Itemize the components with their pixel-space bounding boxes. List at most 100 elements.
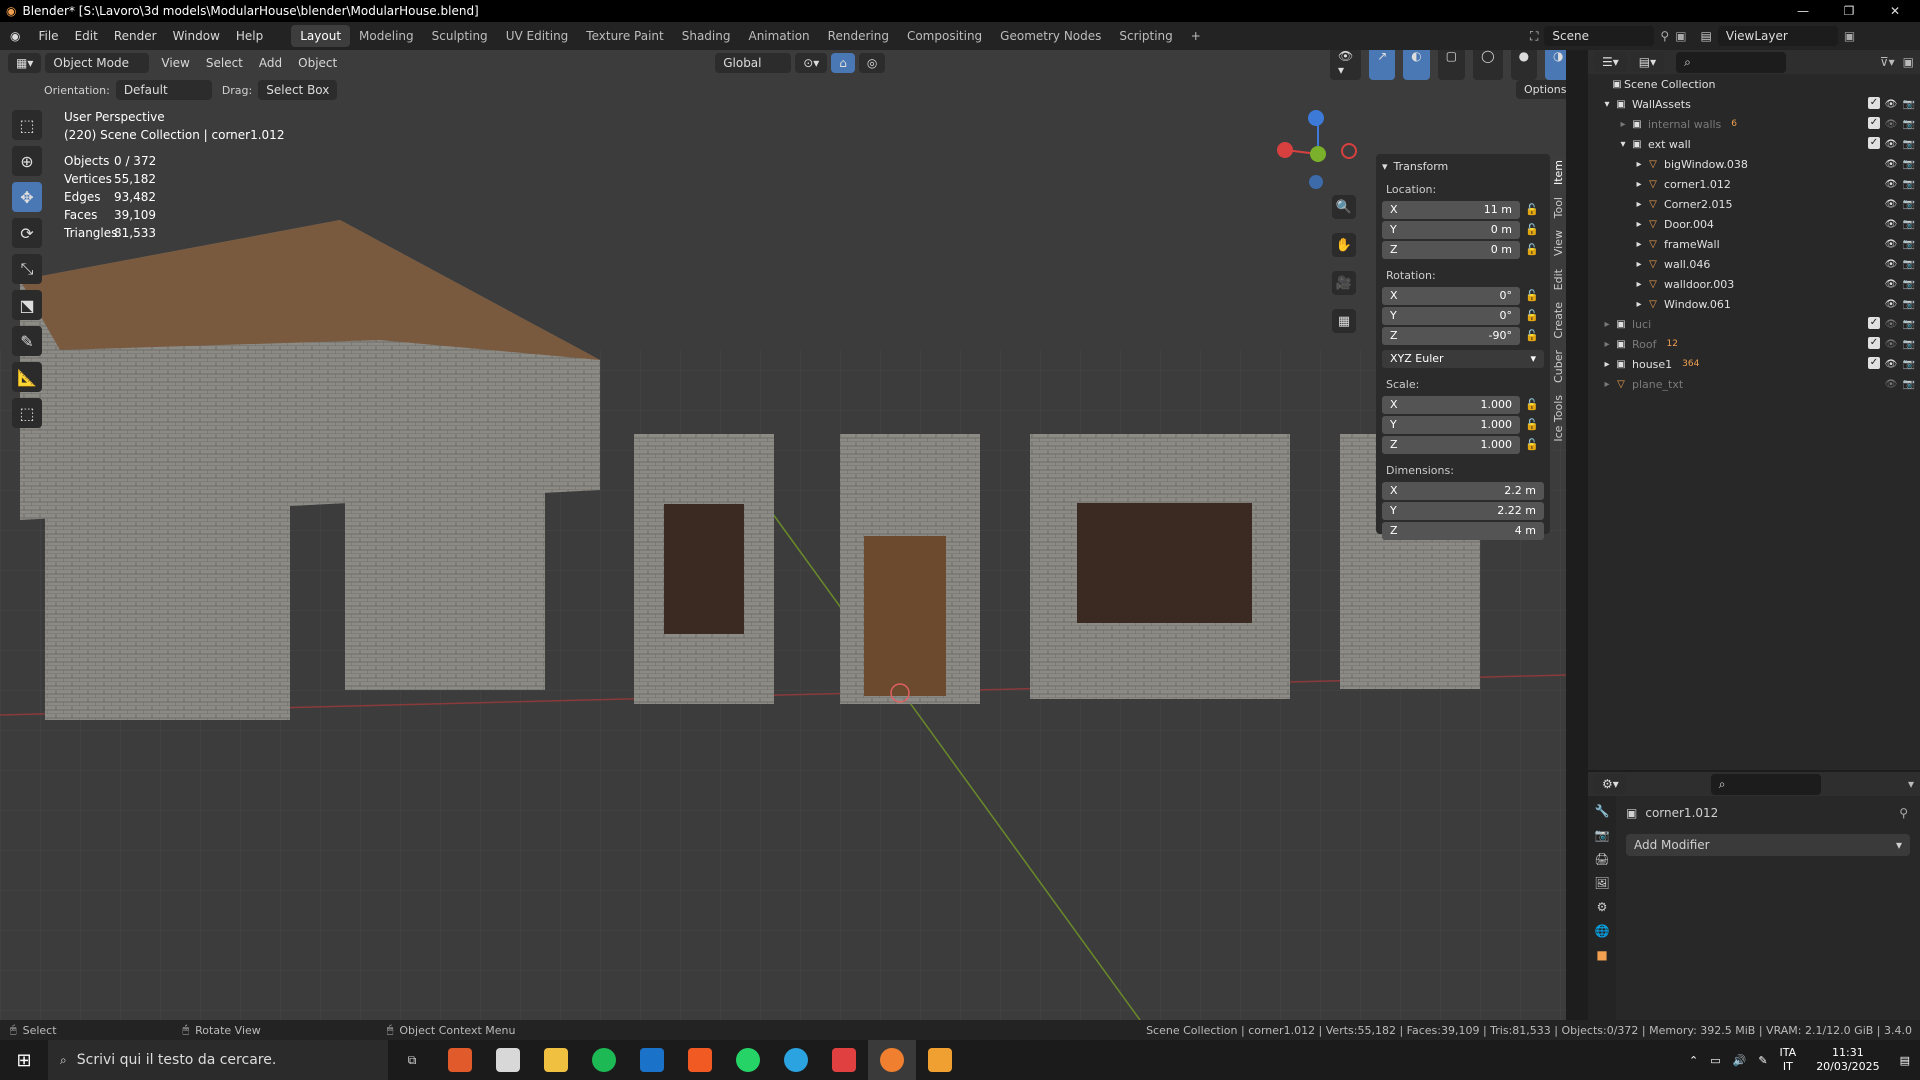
object-tab-icon[interactable]: ■	[1596, 948, 1607, 962]
telegram-icon[interactable]	[772, 1040, 820, 1080]
pen-icon[interactable]: ✎	[1758, 1054, 1767, 1067]
location-x-field[interactable]: X 11 m	[1382, 200, 1520, 219]
outliner-row[interactable]: ▸ ▣ house1 364 ✓ 👁 📷	[1588, 354, 1920, 374]
scene-selector[interactable]: Scene	[1544, 26, 1655, 46]
view-layer-selector[interactable]: ViewLayer	[1717, 26, 1838, 46]
render-camera-icon[interactable]: 📷	[1902, 137, 1916, 151]
mode-selector[interactable]: Object Mode	[45, 53, 150, 73]
rotation-z-field[interactable]: Z -90°	[1382, 326, 1520, 345]
scene-collection-row[interactable]: ▣ Scene Collection	[1588, 74, 1920, 94]
visibility-eye-icon[interactable]: 👁	[1884, 97, 1898, 111]
expand-open-icon[interactable]: ▾	[1600, 97, 1614, 111]
render-camera-icon[interactable]: 📷	[1902, 197, 1916, 211]
tool-tab-icon[interactable]: 🔧	[1595, 804, 1610, 818]
menu-render[interactable]: Render	[106, 29, 165, 43]
notifications-icon[interactable]: ▤	[1900, 1054, 1910, 1067]
material-shading-button[interactable]: ◑	[1545, 50, 1566, 80]
expand-closed-icon[interactable]: ▸	[1632, 217, 1646, 231]
visibility-eye-icon[interactable]: 👁	[1884, 177, 1898, 191]
render-camera-icon[interactable]: 📷	[1902, 97, 1916, 111]
pin-icon[interactable]: ⚲	[1660, 29, 1669, 43]
brave-icon[interactable]	[676, 1040, 724, 1080]
whatsapp-icon[interactable]	[724, 1040, 772, 1080]
new-scene-icon[interactable]: ▣	[1675, 29, 1686, 43]
expand-closed-icon[interactable]: ▸	[1632, 257, 1646, 271]
properties-search-field[interactable]: ⌕	[1710, 773, 1821, 795]
outliner-row[interactable]: ▸ ▽ wall.046 👁 📷	[1588, 254, 1920, 274]
visibility-eye-icon[interactable]: 👁	[1884, 117, 1898, 131]
file-explorer-icon[interactable]	[532, 1040, 580, 1080]
render-camera-icon[interactable]: 📷	[1902, 377, 1916, 391]
viewport-menu-object[interactable]: Object	[290, 56, 345, 70]
tab-cuber[interactable]: Cuber	[1552, 344, 1565, 389]
output-tab-icon[interactable]: 🖨	[1594, 852, 1609, 866]
outliner-row[interactable]: ▸ ▣ internal walls 6 ✓ 👁 📷	[1588, 114, 1920, 134]
zoom-icon[interactable]: 🔍	[1332, 195, 1356, 219]
scale-tool[interactable]: ⤡	[12, 254, 42, 284]
tab-ice-tools[interactable]: Ice Tools	[1552, 389, 1565, 448]
clock[interactable]: 11:31 20/03/2025	[1816, 1046, 1879, 1074]
orientation-selector[interactable]: Default	[115, 80, 212, 100]
collapse-icon[interactable]: ▾	[1382, 160, 1388, 173]
world-tab-icon[interactable]: 🌐	[1595, 924, 1610, 938]
dimension-x-field[interactable]: X 2.2 m	[1382, 481, 1544, 500]
new-view-layer-icon[interactable]: ▣	[1844, 29, 1855, 43]
workspace-tab-modeling[interactable]: Modeling	[350, 25, 423, 47]
visibility-eye-icon[interactable]: 👁	[1884, 157, 1898, 171]
expand-closed-icon[interactable]: ▸	[1600, 357, 1614, 371]
visibility-eye-icon[interactable]: 👁	[1884, 217, 1898, 231]
exclude-checkbox[interactable]: ✓	[1868, 317, 1880, 329]
taskbar-search[interactable]: ⌕ Scrivi qui il testo da cercare.	[48, 1040, 388, 1080]
render-camera-icon[interactable]: 📷	[1902, 217, 1916, 231]
visibility-eye-icon[interactable]: 👁	[1884, 357, 1898, 371]
viewport-menu-view[interactable]: View	[153, 56, 197, 70]
outliner-row[interactable]: ▸ ▽ Corner2.015 👁 📷	[1588, 194, 1920, 214]
render-camera-icon[interactable]: 📷	[1902, 297, 1916, 311]
3d-viewport[interactable]: ▦▾ Object Mode View Select Add Object Gl…	[0, 50, 1566, 1020]
expand-closed-icon[interactable]: ▸	[1632, 157, 1646, 171]
lock-icon[interactable]: 🔓	[1520, 289, 1544, 302]
render-camera-icon[interactable]: 📷	[1902, 117, 1916, 131]
workspace-tab-shading[interactable]: Shading	[673, 25, 740, 47]
properties-pin-icon[interactable]: ⚲	[1899, 806, 1908, 820]
snap-toggle[interactable]: ⌂	[831, 53, 855, 73]
rotation-x-field[interactable]: X 0°	[1382, 286, 1520, 305]
tab-edit[interactable]: Edit	[1552, 263, 1565, 296]
overlay-toggle[interactable]: ◐	[1403, 50, 1430, 80]
lock-icon[interactable]: 🔓	[1520, 243, 1544, 256]
render-camera-icon[interactable]: 📷	[1902, 237, 1916, 251]
task-view-icon[interactable]: ⧉	[388, 1040, 436, 1080]
render-camera-icon[interactable]: 📷	[1902, 337, 1916, 351]
workspace-tab-animation[interactable]: Animation	[739, 25, 818, 47]
blender-menu-icon[interactable]: ◉	[0, 29, 30, 43]
minimize-button[interactable]: —	[1780, 0, 1826, 22]
viewport-menu-select[interactable]: Select	[198, 56, 251, 70]
expand-closed-icon[interactable]: ▸	[1632, 277, 1646, 291]
visibility-eye-icon[interactable]: 👁	[1884, 277, 1898, 291]
editor-type-button[interactable]: ▦▾	[8, 53, 42, 73]
measure-tool[interactable]: 📐	[12, 362, 42, 392]
properties-editor-type-button[interactable]: ⚙▾	[1594, 774, 1627, 794]
lock-icon[interactable]: 🔓	[1520, 309, 1544, 322]
outliner-row[interactable]: ▸ ▽ Window.061 👁 📷	[1588, 294, 1920, 314]
visibility-eye-icon[interactable]: 👁	[1884, 377, 1898, 391]
lock-icon[interactable]: 🔓	[1520, 438, 1544, 451]
expand-closed-icon[interactable]: ▸	[1616, 117, 1630, 131]
exclude-checkbox[interactable]: ✓	[1868, 117, 1880, 129]
new-collection-icon[interactable]: ▣	[1903, 55, 1914, 69]
outliner-editor-type-button[interactable]: ☰▾	[1594, 52, 1627, 72]
tab-create[interactable]: Create	[1552, 296, 1565, 345]
exclude-checkbox[interactable]: ✓	[1868, 137, 1880, 149]
workspace-tab-uv-editing[interactable]: UV Editing	[497, 25, 578, 47]
rotation-mode-selector[interactable]: XYZ Euler ▾	[1382, 349, 1544, 368]
outliner-row[interactable]: ▸ ▽ plane_txt 👁 📷	[1588, 374, 1920, 394]
workspace-tab-layout[interactable]: Layout	[291, 25, 351, 47]
outlook-icon[interactable]	[628, 1040, 676, 1080]
lock-icon[interactable]: 🔓	[1520, 223, 1544, 236]
expand-closed-icon[interactable]: ▸	[1632, 177, 1646, 191]
expand-closed-icon[interactable]: ▸	[1632, 197, 1646, 211]
menu-file[interactable]: File	[30, 29, 66, 43]
tab-item[interactable]: Item	[1552, 154, 1565, 192]
workspace-tab-texture-paint[interactable]: Texture Paint	[577, 25, 672, 47]
transform-orientation-selector[interactable]: Global	[715, 53, 792, 73]
